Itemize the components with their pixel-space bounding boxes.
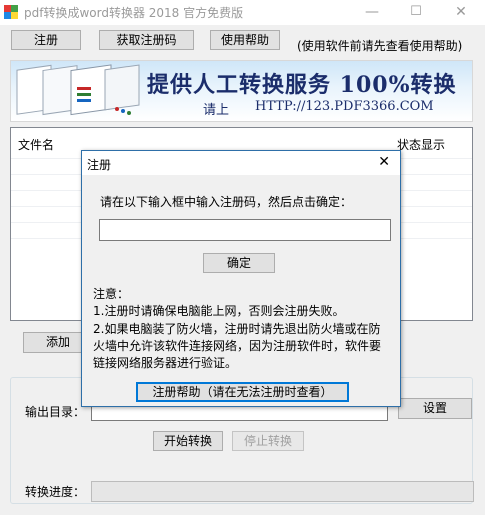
dialog-note-title: 注意： (93, 287, 130, 301)
conversion-progress-bar (91, 481, 474, 502)
maximize-icon[interactable]: ☐ (406, 3, 426, 21)
output-dir-label: 输出目录： (25, 405, 86, 419)
whiteboard-icon (16, 64, 140, 116)
pdf-app-icon (4, 5, 18, 19)
usage-help-button[interactable]: 使用帮助 (210, 30, 280, 50)
settings-button[interactable]: 设置 (398, 398, 472, 419)
ad-banner[interactable]: 提供人工转换服务 100%转换 请上 HTTP://123.PDF3366.CO… (10, 60, 473, 122)
stop-convert-button[interactable]: 停止转换 (232, 431, 304, 451)
dialog-note-2-line2: 火墙中允许该软件连接网络，因为注册软件时，软件要 (93, 339, 382, 353)
register-help-button[interactable]: 注册帮助（请在无法注册时查看） (136, 382, 349, 402)
start-convert-button[interactable]: 开始转换 (153, 431, 223, 451)
registration-code-input[interactable] (99, 219, 391, 241)
confirm-button[interactable]: 确定 (203, 253, 275, 273)
register-button[interactable]: 注册 (11, 30, 81, 50)
dialog-prompt: 请在以下输入框中输入注册码，然后点击确定： (100, 195, 353, 209)
progress-label: 转换进度： (25, 485, 86, 499)
window-title: pdf转换成word转换器 2018 官方免费版 (24, 6, 244, 20)
dialog-close-icon[interactable]: ✕ (378, 153, 390, 171)
get-registration-code-button[interactable]: 获取注册码 (99, 30, 194, 50)
window-titlebar[interactable]: pdf转换成word转换器 2018 官方免费版 — ☐ ✕ (0, 0, 485, 25)
dialog-title: 注册 (87, 158, 112, 172)
window-close-icon[interactable]: ✕ (451, 3, 471, 21)
dialog-note-1: 1.注册时请确保电脑能上网，否则会注册失败。 (93, 304, 345, 318)
banner-url-link[interactable]: HTTP://123.PDF3366.COM (255, 99, 434, 114)
banner-sub-label: 请上 (203, 103, 230, 118)
dialog-note-2-line3: 链接网络服务器进行验证。 (93, 356, 238, 370)
register-dialog: 注册 ✕ 请在以下输入框中输入注册码，然后点击确定： 确定 注意： 1.注册时请… (81, 150, 401, 407)
main-window: 注册 获取注册码 使用帮助 (使用软件前请先查看使用帮助) 提供人工转换服务 1… (0, 25, 485, 515)
minimize-icon[interactable]: — (362, 3, 382, 21)
dialog-note-2-line1: 2.如果电脑装了防火墙，注册时请先退出防火墙或在防 (93, 322, 381, 336)
dialog-titlebar[interactable]: 注册 ✕ (82, 151, 400, 175)
help-hint-text: (使用软件前请先查看使用帮助) (297, 39, 463, 53)
column-header-status[interactable]: 状态显示 (397, 136, 445, 153)
banner-headline: 提供人工转换服务 100%转换 (147, 72, 457, 98)
column-header-filename[interactable]: 文件名 (18, 136, 54, 153)
